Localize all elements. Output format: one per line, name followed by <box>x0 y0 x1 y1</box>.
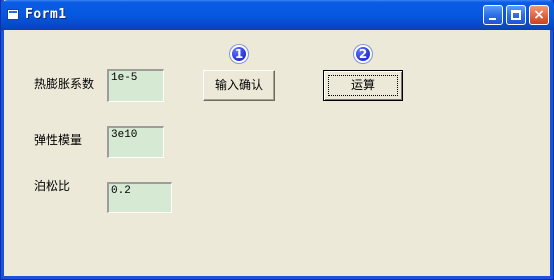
input-confirm-button[interactable]: 输入确认 <box>203 70 275 101</box>
poisson-ratio-input[interactable]: 0.2 <box>107 182 172 213</box>
window-titlebar[interactable]: Form1 × <box>1 0 554 30</box>
thermal-expansion-label: 热膨胀系数 <box>34 77 95 91</box>
thermal-expansion-input[interactable]: 1e-5 <box>107 69 164 102</box>
window-title: Form1 <box>25 7 67 22</box>
close-icon: × <box>533 7 545 23</box>
close-button[interactable]: × <box>529 5 549 25</box>
step-two-badge: 2 <box>354 45 372 63</box>
step-one-badge: 1 <box>230 45 248 63</box>
maximize-icon <box>511 10 521 20</box>
form1-window: Form1 × 热膨胀系数 1e-5 弹性模量 3e10 泊松比 0.2 1 输… <box>0 0 554 280</box>
minimize-icon <box>489 18 496 20</box>
elastic-modulus-input[interactable]: 3e10 <box>107 126 164 158</box>
minimize-button[interactable] <box>483 5 503 25</box>
application-window-icon <box>7 9 19 20</box>
calculate-button[interactable]: 运算 <box>323 70 403 101</box>
elastic-modulus-label: 弹性模量 <box>34 133 83 147</box>
maximize-button[interactable] <box>506 5 526 25</box>
poisson-ratio-label: 泊松比 <box>34 179 71 193</box>
